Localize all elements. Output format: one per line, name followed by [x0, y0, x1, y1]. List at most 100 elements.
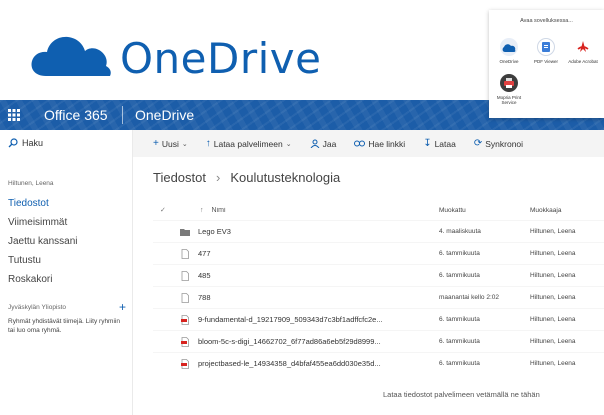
file-table: ✓ ↑ Nimi Muokattu Muokkaaja Lego EV3 4. …	[153, 200, 604, 374]
sidebar-item-recycle-bin[interactable]: Roskakori	[0, 270, 133, 289]
table-row[interactable]: 788 maanantai kello 2:02 Hiltunen, Leena	[153, 286, 604, 308]
modified-date: 6. tammikuuta	[439, 316, 480, 323]
table-header: ✓ ↑ Nimi Muokattu Muokkaaja	[153, 200, 604, 220]
breadcrumb-root[interactable]: Tiedostot	[153, 170, 206, 185]
modified-by-column-header[interactable]: Muokkaaja	[530, 207, 604, 214]
file-name[interactable]: bloom-5c-s-digi_14662702_6f77ad86a6eb5f2…	[198, 337, 381, 346]
groups-header: Jyväskylän Yliopisto +	[8, 300, 126, 314]
app-launcher-waffle-icon[interactable]	[8, 109, 20, 121]
breadcrumb-current: Koulutusteknologia	[230, 170, 341, 185]
generic-file-icon	[181, 270, 189, 281]
download-arrow-icon: ↧	[423, 138, 432, 149]
generic-file-icon	[181, 292, 189, 303]
app-pdf-viewer[interactable]: PDF Viewer	[528, 38, 564, 64]
file-name[interactable]: 485	[198, 271, 211, 280]
table-row[interactable]: 485 6. tammikuuta Hiltunen, Leena	[153, 264, 604, 286]
upload-label: Lataa palvelimeen	[213, 138, 283, 149]
pdf-file-icon	[181, 336, 189, 347]
modified-by: Hiltunen, Leena	[530, 338, 576, 345]
file-name[interactable]: 9-fundamental-d_19217909_509343d7c3bf1ad…	[198, 315, 383, 324]
modified-date: 4. maaliskuuta	[439, 228, 481, 235]
sync-icon: ⟳	[473, 138, 483, 149]
search-label: Haku	[22, 138, 44, 148]
chevron-right-icon: ›	[216, 170, 221, 185]
share-icon	[310, 139, 319, 148]
pdf-file-icon	[181, 358, 189, 369]
upload-button[interactable]: ↑ Lataa palvelimeen ⌄	[206, 138, 292, 149]
name-column-header[interactable]: ↑ Nimi	[180, 207, 439, 214]
modified-by: Hiltunen, Leena	[530, 228, 576, 235]
onedrive-logo-text: OneDrive	[120, 34, 322, 83]
onedrive-cloud-icon	[500, 38, 518, 56]
table-row[interactable]: 477 6. tammikuuta Hiltunen, Leena	[153, 242, 604, 264]
table-row[interactable]: 9-fundamental-d_19217909_509343d7c3bf1ad…	[153, 308, 604, 330]
app-label: Mopria Print Service	[496, 95, 522, 106]
popup-title: Avaa sovelluksessa...	[520, 18, 573, 24]
sidebar-item-shared[interactable]: Jaettu kanssani	[0, 232, 133, 251]
file-name[interactable]: 788	[198, 293, 211, 302]
modified-column-header[interactable]: Muokattu	[439, 207, 530, 214]
generic-file-icon	[181, 248, 189, 259]
nav-list: Tiedostot Viimeisimmät Jaettu kanssani T…	[0, 194, 133, 289]
sync-button[interactable]: ⟳ Synkronoi	[474, 138, 523, 149]
download-button[interactable]: ↧ Lataa	[423, 138, 456, 149]
pdf-viewer-icon	[537, 38, 555, 56]
new-label: Uusi	[161, 138, 179, 149]
select-all-checkmark-icon[interactable]: ✓	[153, 206, 180, 214]
groups-title: Jyväskylän Yliopisto	[8, 303, 67, 311]
share-button[interactable]: Jaa	[310, 138, 337, 149]
suite-app-name[interactable]: OneDrive	[135, 107, 194, 123]
pdf-file-icon	[181, 314, 189, 325]
app-adobe-acrobat[interactable]: Adobe Acrobat	[565, 38, 601, 64]
share-label: Jaa	[322, 138, 337, 149]
link-icon	[354, 140, 366, 147]
sidebar-item-discover[interactable]: Tutustu	[0, 251, 133, 270]
modified-by: Hiltunen, Leena	[530, 272, 576, 279]
table-row[interactable]: Lego EV3 4. maaliskuuta Hiltunen, Leena	[153, 220, 604, 242]
folder-icon	[180, 228, 190, 236]
modified-date: 6. tammikuuta	[439, 360, 480, 367]
suite-divider	[122, 106, 123, 124]
file-name[interactable]: Lego EV3	[198, 227, 231, 236]
search-icon	[8, 138, 18, 148]
sync-label: Synkronoi	[485, 138, 524, 149]
chevron-down-icon: ⌄	[181, 140, 188, 148]
groups-note: Ryhmät yhdistävät tiimejä. Liity ryhmiin…	[8, 318, 120, 334]
office365-title[interactable]: Office 365	[44, 107, 108, 123]
chevron-down-icon: ⌄	[285, 140, 292, 148]
table-row[interactable]: projectbased-le_14934358_d4bfaf455ea6dd0…	[153, 352, 604, 374]
sort-arrow-icon: ↑	[200, 206, 204, 214]
add-group-icon[interactable]: +	[119, 300, 126, 314]
table-row[interactable]: bloom-5c-s-digi_14662702_6f77ad86a6eb5f2…	[153, 330, 604, 352]
breadcrumb: Tiedostot › Koulutusteknologia	[153, 170, 340, 185]
app-label: Adobe Acrobat	[568, 59, 598, 64]
mopria-print-icon	[500, 74, 518, 92]
upload-arrow-icon: ↑	[205, 138, 211, 149]
modified-date: 6. tammikuuta	[439, 338, 480, 345]
modified-by: Hiltunen, Leena	[530, 294, 576, 301]
open-in-app-popup: Avaa sovelluksessa... OneDrive PDF Viewe…	[489, 10, 604, 118]
get-link-label: Hae linkki	[368, 138, 406, 149]
download-label: Lataa	[434, 138, 456, 149]
onedrive-page: OneDrive Avaa sovelluksessa... OneDrive …	[0, 0, 604, 415]
adobe-acrobat-icon	[574, 38, 592, 56]
sidebar-item-files[interactable]: Tiedostot	[0, 194, 133, 213]
modified-date: 6. tammikuuta	[439, 250, 480, 257]
app-onedrive[interactable]: OneDrive	[491, 38, 527, 64]
sidebar: Haku Hiltunen, Leena Tiedostot Viimeisim…	[0, 130, 133, 415]
modified-by: Hiltunen, Leena	[530, 316, 576, 323]
get-link-button[interactable]: Hae linkki	[354, 139, 405, 149]
modified-date: 6. tammikuuta	[439, 272, 480, 279]
modified-by: Hiltunen, Leena	[530, 360, 576, 367]
sidebar-item-recent[interactable]: Viimeisimmät	[0, 213, 133, 232]
modified-by: Hiltunen, Leena	[530, 250, 576, 257]
search-box[interactable]: Haku	[8, 138, 43, 148]
file-name[interactable]: projectbased-le_14934358_d4bfaf455ea6dd0…	[198, 359, 381, 368]
new-button[interactable]: + Uusi ⌄	[153, 138, 188, 149]
app-mopria-print[interactable]: Mopria Print Service	[491, 74, 527, 106]
plus-icon: +	[153, 138, 159, 149]
file-name[interactable]: 477	[198, 249, 211, 258]
command-bar: + Uusi ⌄ ↑ Lataa palvelimeen ⌄ Jaa Hae l…	[133, 130, 604, 157]
drop-zone-hint: Lataa tiedostot palvelimeen vetämällä ne…	[383, 390, 540, 399]
app-label: OneDrive	[499, 59, 519, 64]
